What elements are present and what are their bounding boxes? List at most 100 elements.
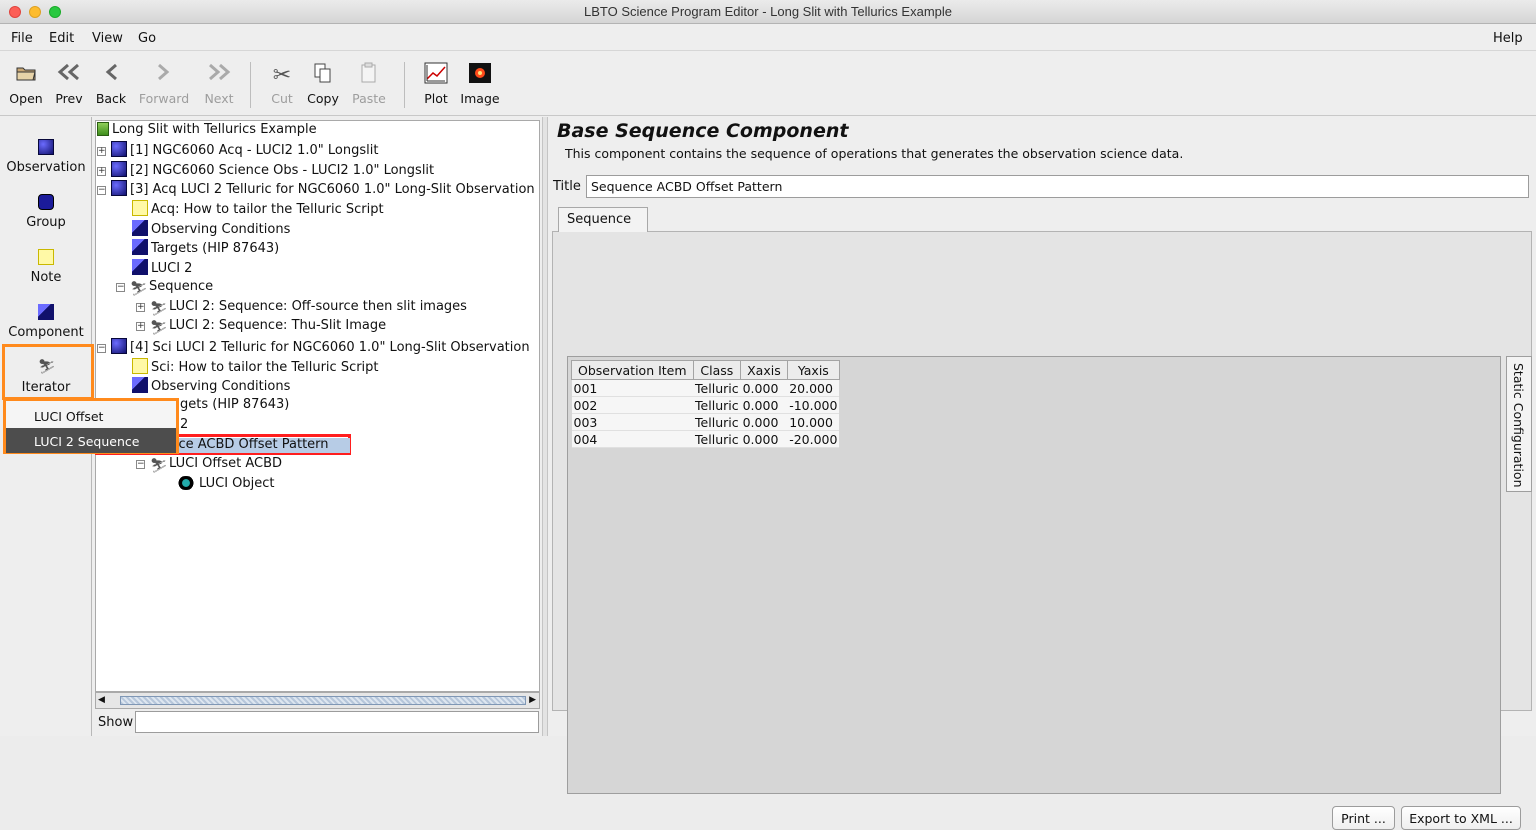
note-palette-button[interactable]: Note: [0, 235, 92, 289]
iterator-icon: ⛷: [130, 281, 148, 297]
collapse-icon[interactable]: −: [97, 186, 106, 195]
note-icon: [38, 249, 54, 265]
tree-node-obs-1[interactable]: + [1] NGC6060 Acq - LUCI2 1.0" Longslit: [97, 141, 378, 160]
iterator-highlight: [2, 344, 94, 400]
collapse-icon[interactable]: −: [116, 283, 125, 292]
star-field-image-icon: [460, 62, 500, 90]
component-description: This component contains the sequence of …: [565, 146, 1184, 161]
title-field[interactable]: Sequence ACBD Offset Pattern: [586, 175, 1529, 198]
group-palette-button[interactable]: Group: [0, 180, 92, 234]
tree-node-obs-3[interactable]: − [3] Acq LUCI 2 Telluric for NGC6060 1.0…: [97, 180, 535, 199]
observation-palette-button[interactable]: Observation: [0, 125, 92, 179]
tree-node-instrument[interactable]: LUCI 2: [132, 259, 192, 278]
show-filter: Show: [95, 710, 540, 734]
cut-button[interactable]: ✂ Cut: [266, 58, 298, 112]
toolbar: Open Prev Back Forward Next ✂ Cut Copy P…: [0, 52, 1536, 116]
eye-icon: [176, 476, 196, 490]
tree-node-obs-2[interactable]: + [2] NGC6060 Science Obs - LUCI2 1.0" Lo…: [97, 161, 434, 180]
menu-edit[interactable]: Edit: [49, 31, 74, 46]
table-row[interactable]: 001 Telluric 0.000 20.000: [571, 379, 840, 397]
table-row[interactable]: 004 Telluric 0.000 -20.000: [571, 430, 840, 448]
menu-help[interactable]: Help: [1493, 31, 1523, 46]
paste-button[interactable]: Paste: [350, 58, 388, 112]
scroll-right-icon[interactable]: ▶: [529, 695, 536, 705]
column-header[interactable]: Observation Item: [571, 360, 694, 380]
table-row[interactable]: 002 Telluric 0.000 -10.000: [571, 396, 840, 414]
clipboard-icon: [350, 62, 388, 90]
iterator-icon: ⛷: [150, 301, 168, 317]
component-editor: Base Sequence Component This component c…: [549, 117, 1536, 830]
prev-button[interactable]: Prev: [52, 58, 86, 112]
table-cell: Telluric: [693, 413, 741, 431]
popup-item-luci-offset[interactable]: LUCI Offset: [6, 403, 176, 428]
tree-node-conditions[interactable]: Observing Conditions: [132, 220, 290, 239]
title-label: Title: [553, 179, 581, 194]
tree-node-object[interactable]: LUCI Object: [176, 476, 275, 495]
menu-view[interactable]: View: [92, 31, 123, 46]
column-header[interactable]: Class: [692, 360, 742, 380]
component-icon: [38, 304, 54, 320]
print-button[interactable]: Print ...: [1332, 806, 1395, 830]
split-pane-divider[interactable]: [542, 117, 548, 736]
expand-icon[interactable]: +: [97, 147, 106, 156]
table-cell: 0.000: [740, 396, 788, 414]
toolbar-separator: [250, 62, 251, 108]
open-button[interactable]: Open: [6, 58, 46, 112]
export-xml-button[interactable]: Export to XML ...: [1401, 806, 1521, 830]
tree-node-offset-iterator[interactable]: − ⛷LUCI Offset ACBD: [136, 456, 282, 475]
table-cell: 0.000: [740, 413, 788, 431]
scroll-left-icon[interactable]: ◀: [98, 695, 105, 705]
sequence-table[interactable]: Observation Item Class Xaxis Yaxis 001 T…: [571, 360, 840, 448]
tree-node-conditions[interactable]: Observing Conditions: [132, 377, 290, 396]
scrollbar-thumb[interactable]: [120, 696, 526, 705]
observation-icon: [38, 139, 54, 155]
observation-warning-icon: [111, 180, 127, 196]
table-cell: Telluric: [693, 379, 741, 397]
tree-node-note[interactable]: Sci: How to tailor the Telluric Script: [132, 358, 379, 377]
collapse-icon[interactable]: −: [136, 460, 145, 469]
tree-node-targets[interactable]: gets (HIP 87643): [180, 397, 289, 416]
table-cell: 0.000: [740, 379, 788, 397]
tree-node-note[interactable]: Acq: How to tailor the Telluric Script: [132, 200, 384, 219]
copy-button[interactable]: Copy: [304, 58, 342, 112]
forward-button[interactable]: Forward: [136, 58, 192, 112]
tab-sequence[interactable]: Sequence: [558, 207, 648, 232]
popup-item-luci2-sequence[interactable]: LUCI 2 Sequence: [6, 428, 176, 453]
expand-icon[interactable]: +: [97, 167, 106, 176]
expand-icon[interactable]: +: [136, 303, 145, 312]
science-program-icon: [97, 122, 109, 136]
folder-open-icon: [6, 62, 46, 90]
collapse-icon[interactable]: −: [97, 344, 106, 353]
expand-icon[interactable]: +: [136, 322, 145, 331]
iterator-icon: ⛷: [150, 320, 168, 336]
table-cell: 0.000: [740, 430, 788, 448]
back-button[interactable]: Back: [94, 58, 128, 112]
sequence-table-area: Observation Item Class Xaxis Yaxis 001 T…: [567, 356, 1501, 794]
tree-horizontal-scrollbar[interactable]: ◀ ▶: [95, 692, 540, 709]
menu-file[interactable]: File: [11, 31, 33, 46]
column-header[interactable]: Yaxis: [786, 360, 840, 380]
iterator-icon: ⛷: [150, 458, 168, 474]
tree-node-sequence[interactable]: − ⛷Sequence: [116, 279, 213, 298]
image-button[interactable]: Image: [460, 58, 500, 112]
component-palette-button[interactable]: Component: [0, 290, 92, 344]
static-configuration-tab[interactable]: Static Configuration: [1506, 356, 1532, 492]
tree-node-sequence-item[interactable]: + ⛷LUCI 2: Sequence: Thu-Slit Image: [136, 318, 386, 337]
note-icon: [132, 200, 148, 216]
table-row[interactable]: 003 Telluric 0.000 10.000: [571, 413, 840, 431]
tree-node-root[interactable]: Long Slit with Tellurics Example: [97, 122, 317, 141]
column-header[interactable]: Xaxis: [740, 360, 788, 380]
component-icon: [132, 220, 148, 236]
menu-go[interactable]: Go: [138, 31, 156, 46]
plot-button[interactable]: Plot: [420, 58, 452, 112]
double-chevron-right-icon: [200, 62, 238, 90]
tree-node-targets[interactable]: Targets (HIP 87643): [132, 239, 279, 258]
next-button[interactable]: Next: [200, 58, 238, 112]
tree-node-obs-4[interactable]: − [4] Sci LUCI 2 Telluric for NGC6060 1.0…: [97, 338, 530, 357]
show-input[interactable]: [135, 711, 539, 733]
title-bar: LBTO Science Program Editor - Long Slit …: [0, 0, 1536, 24]
plot-icon: [420, 62, 452, 90]
chevron-left-icon: [94, 62, 128, 90]
observation-icon: [111, 141, 127, 157]
tree-node-sequence-item[interactable]: + ⛷LUCI 2: Sequence: Off-source then slit…: [136, 299, 467, 318]
